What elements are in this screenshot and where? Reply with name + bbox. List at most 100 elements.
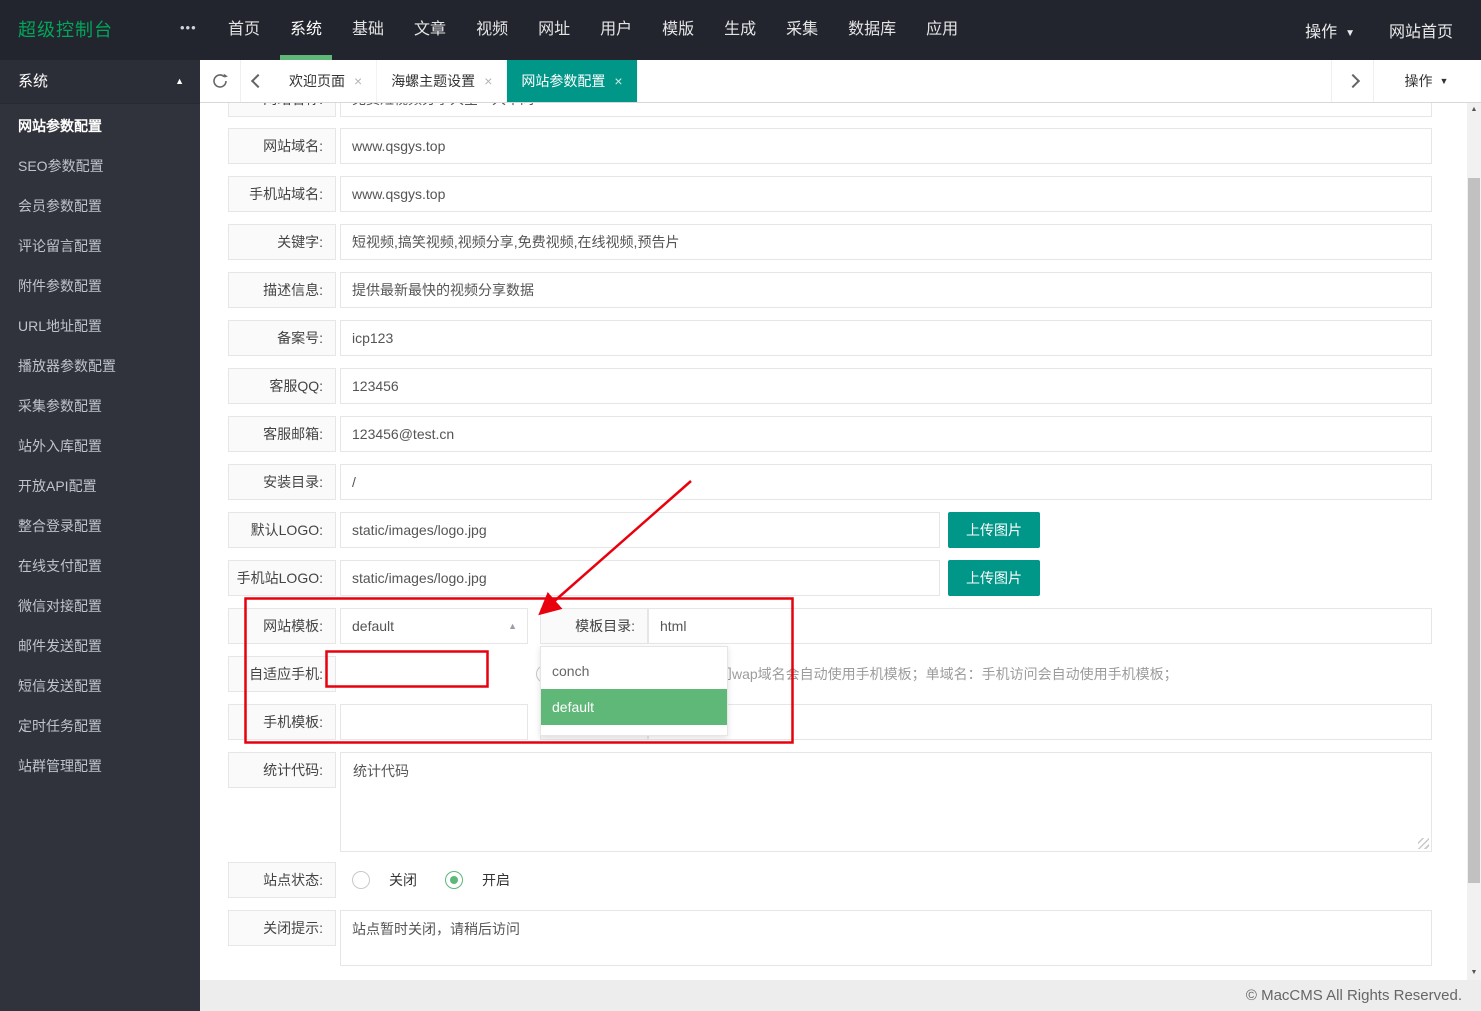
form-row-adaptive-mobile: 自适应手机: 单域 多域名：访问wap域名会自动使用手机模板；单域名：手机访问会… [200, 656, 1467, 692]
radio-label[interactable]: 开启 [482, 862, 510, 898]
close-icon[interactable]: × [614, 73, 622, 89]
sidebar-item-2[interactable]: 会员参数配置 [0, 186, 200, 226]
default-logo-input[interactable]: static/images/logo.jpg [340, 512, 940, 548]
close-icon[interactable]: × [484, 73, 492, 89]
mobile-logo-input[interactable]: static/images/logo.jpg [340, 560, 940, 596]
chevron-down-icon: ▼ [1440, 76, 1449, 86]
top-nav-item-6[interactable]: 用户 [585, 0, 647, 60]
stats-code-textarea[interactable]: 统计代码 [340, 752, 1432, 852]
sidebar-item-10[interactable]: 整合登录配置 [0, 506, 200, 546]
service-email-input[interactable]: 123456@test.cn [340, 416, 1432, 452]
field-label: 模板目录: [540, 608, 648, 644]
field-label: 客服QQ: [228, 368, 336, 404]
sidebar-item-5[interactable]: URL地址配置 [0, 306, 200, 346]
mobile-domain-input[interactable]: www.qsgys.top [340, 176, 1432, 212]
form-row-keywords: 关键字: 短视频,搞笑视频,视频分享,免费视频,在线视频,预告片 [200, 224, 1467, 260]
sidebar-item-6[interactable]: 播放器参数配置 [0, 346, 200, 386]
scrollbar-thumb[interactable] [1468, 178, 1480, 883]
template-dir-input[interactable]: html [648, 608, 1432, 644]
sidebar-item-8[interactable]: 站外入库配置 [0, 426, 200, 466]
navbar-right: 操作▼ 网站首页 [1305, 0, 1481, 60]
tabs-scroll-right-button[interactable] [1331, 60, 1374, 102]
close-tip-input[interactable]: 站点暂时关闭，请稍后访问 [340, 910, 1432, 966]
site-name-input[interactable]: 免费短视频分享大全－大不同 [340, 103, 1432, 117]
upload-image-button[interactable]: 上传图片 [948, 512, 1040, 548]
site-status-off-radio[interactable] [352, 871, 370, 889]
vertical-scrollbar[interactable]: ▲ ▼ [1467, 103, 1481, 980]
more-menu-icon[interactable]: ••• [180, 0, 197, 60]
refresh-button[interactable] [200, 60, 241, 102]
field-label: 手机模板: [228, 704, 336, 740]
tab-0[interactable]: 欢迎页面× [275, 60, 377, 102]
top-nav-item-8[interactable]: 生成 [709, 0, 771, 60]
navbar-site-home-link[interactable]: 网站首页 [1389, 18, 1453, 42]
dropdown-option-1[interactable]: default [541, 689, 727, 725]
tab-bar: 欢迎页面×海螺主题设置×网站参数配置× 操作▼ [200, 60, 1481, 103]
chevron-left-icon [251, 74, 265, 88]
scroll-up-arrow-icon[interactable]: ▲ [1467, 103, 1481, 117]
keywords-input[interactable]: 短视频,搞笑视频,视频分享,免费视频,在线视频,预告片 [340, 224, 1432, 260]
sidebar-item-16[interactable]: 站群管理配置 [0, 746, 200, 786]
sidebar-item-3[interactable]: 评论留言配置 [0, 226, 200, 266]
field-label: 网站名称: [228, 103, 336, 117]
top-nav-item-1[interactable]: 系统 [275, 0, 337, 60]
top-nav-item-0[interactable]: 首页 [213, 0, 275, 60]
mobile-template-select[interactable] [340, 704, 528, 740]
sidebar-item-0[interactable]: 网站参数配置 [0, 106, 200, 146]
sidebar-item-12[interactable]: 微信对接配置 [0, 586, 200, 626]
navbar-action-dropdown[interactable]: 操作▼ [1305, 18, 1355, 42]
upload-image-button[interactable]: 上传图片 [948, 560, 1040, 596]
sidebar-item-15[interactable]: 定时任务配置 [0, 706, 200, 746]
dropdown-option-0[interactable]: conch [541, 653, 727, 689]
top-nav-item-10[interactable]: 数据库 [833, 0, 911, 60]
resize-grip[interactable] [1418, 838, 1429, 849]
scroll-down-arrow-icon[interactable]: ▼ [1467, 966, 1481, 980]
install-dir-input[interactable]: / [340, 464, 1432, 500]
settings-form: 网站名称: 免费短视频分享大全－大不同 网站域名: www.qsgys.top … [200, 103, 1467, 980]
top-nav-item-5[interactable]: 网址 [523, 0, 585, 60]
field-label: 网站域名: [228, 128, 336, 164]
form-row-icp: 备案号: icp123 [200, 320, 1467, 356]
sidebar-item-4[interactable]: 附件参数配置 [0, 266, 200, 306]
sidebar-item-9[interactable]: 开放API配置 [0, 466, 200, 506]
top-nav-item-9[interactable]: 采集 [771, 0, 833, 60]
description-input[interactable]: 提供最新最快的视频分享数据 [340, 272, 1432, 308]
top-nav-item-11[interactable]: 应用 [911, 0, 973, 60]
icp-input[interactable]: icp123 [340, 320, 1432, 356]
top-nav-item-4[interactable]: 视频 [461, 0, 523, 60]
top-nav-item-7[interactable]: 模版 [647, 0, 709, 60]
field-label: 描述信息: [228, 272, 336, 308]
close-icon[interactable]: × [354, 73, 362, 89]
form-row-default-logo: 默认LOGO: static/images/logo.jpg 上传图片 [200, 512, 1467, 548]
chevron-up-icon: ▲ [508, 609, 517, 643]
form-row-service-qq: 客服QQ: 123456 [200, 368, 1467, 404]
form-row-site-name: 网站名称: 免费短视频分享大全－大不同 [200, 103, 1467, 117]
stats-code-value: 统计代码 [353, 763, 409, 779]
app-logo[interactable]: 超级控制台 [18, 0, 113, 60]
top-nav-menu: 首页系统基础文章视频网址用户模版生成采集数据库应用 [213, 0, 973, 60]
mobile-template-dir-input[interactable]: html [648, 704, 1432, 740]
form-row-close-tip: 关闭提示: 站点暂时关闭，请稍后访问 [200, 910, 1467, 966]
top-nav-item-3[interactable]: 文章 [399, 0, 461, 60]
sidebar-item-14[interactable]: 短信发送配置 [0, 666, 200, 706]
form-row-site-template: 网站模板: default ▲ 模板目录: html [200, 608, 1467, 644]
form-row-mobile-domain: 手机站域名: www.qsgys.top [200, 176, 1467, 212]
service-qq-input[interactable]: 123456 [340, 368, 1432, 404]
tabs-scroll-left-button[interactable] [241, 60, 275, 102]
field-label: 手机站域名: [228, 176, 336, 212]
sidebar-group-header[interactable]: 系统 ▲ [0, 60, 200, 104]
tab-2[interactable]: 网站参数配置× [507, 60, 637, 102]
site-domain-input[interactable]: www.qsgys.top [340, 128, 1432, 164]
site-status-on-radio[interactable] [445, 871, 463, 889]
sidebar-item-11[interactable]: 在线支付配置 [0, 546, 200, 586]
tab-1[interactable]: 海螺主题设置× [377, 60, 507, 102]
sidebar-item-13[interactable]: 邮件发送配置 [0, 626, 200, 666]
sidebar-item-7[interactable]: 采集参数配置 [0, 386, 200, 426]
top-nav-item-2[interactable]: 基础 [337, 0, 399, 60]
tab-actions-dropdown[interactable]: 操作▼ [1372, 60, 1481, 102]
field-label: 手机站LOGO: [228, 560, 336, 596]
sidebar-item-1[interactable]: SEO参数配置 [0, 146, 200, 186]
field-label: 统计代码: [228, 752, 336, 788]
radio-label[interactable]: 关闭 [389, 862, 417, 898]
site-template-select[interactable]: default ▲ [340, 608, 528, 644]
